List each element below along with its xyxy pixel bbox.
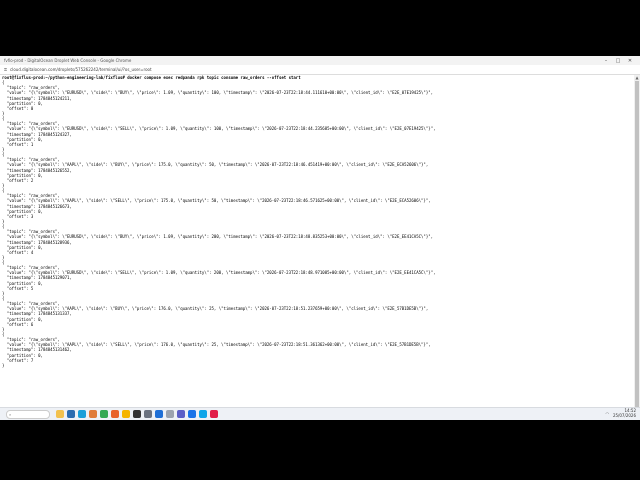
chrome-icon[interactable] xyxy=(100,410,108,418)
clock-date: 25/07/2026 xyxy=(612,412,636,418)
scrollbar-thumb[interactable] xyxy=(635,81,639,407)
window-title: fvfio-prod - DigitalOcean Droplet Web Co… xyxy=(4,58,132,63)
youtube-icon[interactable] xyxy=(210,410,218,418)
clock[interactable]: 14:52 25/07/2026 xyxy=(612,408,636,418)
terminal-output[interactable]: root@fixflus-prod:~/python-engineering-l… xyxy=(0,75,636,412)
browser-title-bar: fvfio-prod - DigitalOcean Droplet Web Co… xyxy=(0,56,640,65)
teams-icon[interactable] xyxy=(177,410,185,418)
address-bar[interactable]: ⚿ cloud.digitalocean.com/droplets/575262… xyxy=(0,65,640,75)
system-tray: ◠ 14:52 25/07/2026 xyxy=(605,408,636,418)
lock-icon: ⚿ xyxy=(4,67,8,72)
app-icon[interactable] xyxy=(166,410,174,418)
app2-icon[interactable] xyxy=(199,410,207,418)
terminal-line: } xyxy=(2,362,5,368)
desktop-screen: fvfio-prod - DigitalOcean Droplet Web Co… xyxy=(0,56,640,420)
taskbar: ⌕ ◠ 14:52 25/07/2026 xyxy=(0,407,640,420)
search-icon: ⌕ xyxy=(9,411,12,417)
firefox-icon[interactable] xyxy=(111,410,119,418)
vscode-icon[interactable] xyxy=(155,410,163,418)
minimize-icon[interactable]: – xyxy=(600,58,612,64)
terminal-scrollbar[interactable]: ▲ ▼ xyxy=(634,75,640,412)
close-icon[interactable]: ✕ xyxy=(624,58,636,64)
taskbar-search[interactable]: ⌕ xyxy=(6,409,50,419)
store-icon[interactable] xyxy=(67,410,75,418)
terminal-icon[interactable] xyxy=(133,410,141,418)
edge-icon[interactable] xyxy=(78,410,86,418)
wifi-icon[interactable]: ◠ xyxy=(605,411,609,416)
notes-icon[interactable] xyxy=(122,410,130,418)
photos-icon[interactable] xyxy=(89,410,97,418)
settings-icon[interactable] xyxy=(144,410,152,418)
docs-icon[interactable] xyxy=(188,410,196,418)
taskbar-apps xyxy=(56,410,221,418)
maximize-icon[interactable]: □ xyxy=(612,58,624,64)
explorer-icon[interactable] xyxy=(56,410,64,418)
url-text: cloud.digitalocean.com/droplets/57526224… xyxy=(10,67,152,72)
